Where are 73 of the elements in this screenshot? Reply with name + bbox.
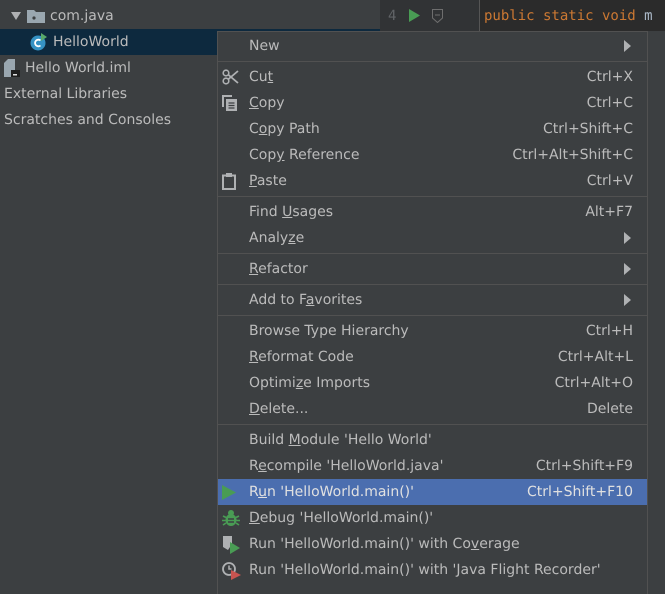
- menu-item-label: Optimize Imports: [249, 375, 371, 391]
- submenu-arrow-icon: [624, 232, 631, 244]
- menu-item[interactable]: Refactor: [218, 256, 647, 282]
- menu-item[interactable]: Paste Ctrl+V: [218, 168, 647, 194]
- menu-item-label: Copy Reference: [249, 147, 360, 163]
- menu-item[interactable]: Recompile 'HelloWorld.java' Ctrl+Shift+F9: [218, 453, 647, 479]
- menu-item-label: Run 'HelloWorld.main()': [249, 484, 415, 500]
- shortcut-label: Ctrl+Shift+F9: [536, 458, 633, 474]
- menu-item-label: Recompile 'HelloWorld.java': [249, 458, 444, 474]
- menu-item-label: Find Usages: [249, 204, 334, 220]
- submenu-arrow-icon: [624, 263, 631, 275]
- menu-item-label: Browse Type Hierarchy: [249, 323, 410, 339]
- menu-item[interactable]: Analyze: [218, 225, 647, 251]
- shortcut-label: Alt+F7: [585, 204, 633, 220]
- run-icon[interactable]: [408, 9, 420, 22]
- menu-item-label: New: [249, 38, 281, 54]
- code-line: public static void m: [483, 6, 653, 26]
- tree-item[interactable]: com.java: [0, 3, 380, 29]
- shortcut-label: Ctrl+Shift+C: [543, 121, 633, 137]
- menu-item-label: Run 'HelloWorld.main()' with 'Java Flight Recorder': [249, 562, 602, 578]
- folder-icon: [27, 9, 45, 23]
- menu-item[interactable]: Find Usages Alt+F7: [218, 199, 647, 225]
- copy-icon: [222, 95, 238, 111]
- menu-item[interactable]: Run 'HelloWorld.main()' Ctrl+Shift+F10: [218, 479, 647, 505]
- menu-item[interactable]: Delete... Delete: [218, 396, 647, 422]
- menu-item-label: Run 'HelloWorld.main()' with Coverage: [249, 536, 521, 552]
- file-icon: [4, 59, 20, 77]
- menu-item-label: Copy Path: [249, 121, 321, 137]
- shortcut-label: Ctrl+Alt+L: [558, 349, 633, 365]
- stopwatch-run-icon: [222, 560, 241, 580]
- menu-item-label: Refactor: [249, 261, 309, 277]
- menu-item[interactable]: Optimize Imports Ctrl+Alt+O: [218, 370, 647, 396]
- clipboard-icon: [222, 172, 236, 190]
- shortcut-label: Ctrl+V: [586, 173, 633, 189]
- menu-item[interactable]: Build Module 'Hello World': [218, 427, 647, 453]
- menu-item-label: Copy: [249, 95, 286, 111]
- run-icon: [222, 484, 236, 500]
- expand-arrow-icon[interactable]: [10, 10, 22, 22]
- menu-item-label: Debug 'HelloWorld.main()': [249, 510, 434, 526]
- menu-item[interactable]: Copy Ctrl+C: [218, 90, 647, 116]
- shortcut-label: Ctrl+H: [586, 323, 633, 339]
- menu-item[interactable]: Run 'HelloWorld.main()' with 'Java Flight Recorder': [218, 557, 647, 583]
- submenu-arrow-icon: [624, 294, 631, 306]
- menu-item-label: Add to Favorites: [249, 292, 364, 308]
- menu-item-label: Analyze: [249, 230, 306, 246]
- shield-run-icon: [222, 534, 241, 554]
- menu-item[interactable]: Reformat Code Ctrl+Alt+L: [218, 344, 647, 370]
- fold-icon[interactable]: [432, 8, 444, 22]
- shortcut-label: Ctrl+Alt+O: [554, 375, 633, 391]
- menu-item[interactable]: Debug 'HelloWorld.main()': [218, 505, 647, 531]
- shortcut-label: Delete: [587, 401, 633, 417]
- tree-label: Hello World.iml: [25, 60, 131, 76]
- shortcut-label: Ctrl+Alt+Shift+C: [512, 147, 633, 163]
- menu-item[interactable]: Run 'HelloWorld.main()' with Coverage: [218, 531, 647, 557]
- menu-item-label: Cut: [249, 69, 274, 85]
- class-icon: [30, 33, 48, 51]
- shortcut-label: Ctrl+Shift+F10: [526, 484, 633, 500]
- menu-item[interactable]: Browse Type Hierarchy Ctrl+H: [218, 318, 647, 344]
- menu-item[interactable]: Copy Reference Ctrl+Alt+Shift+C: [218, 142, 647, 168]
- menu-item-label: Paste: [249, 173, 288, 189]
- tree-label: com.java: [50, 8, 114, 24]
- menu-item[interactable]: Add to Favorites: [218, 287, 647, 313]
- menu-item[interactable]: Copy Path Ctrl+Shift+C: [218, 116, 647, 142]
- menu-item[interactable]: Cut Ctrl+X: [218, 64, 647, 90]
- menu-item-label: Reformat Code: [249, 349, 355, 365]
- shortcut-label: Ctrl+C: [586, 95, 633, 111]
- tree-label: HelloWorld: [53, 34, 129, 50]
- shortcut-label: Ctrl+X: [586, 69, 633, 85]
- menu-item-label: Build Module 'Hello World': [249, 432, 433, 448]
- submenu-arrow-icon: [624, 40, 631, 52]
- bug-icon: [222, 509, 240, 527]
- scissors-icon: [222, 69, 239, 85]
- menu-item-label: Delete...: [249, 401, 310, 417]
